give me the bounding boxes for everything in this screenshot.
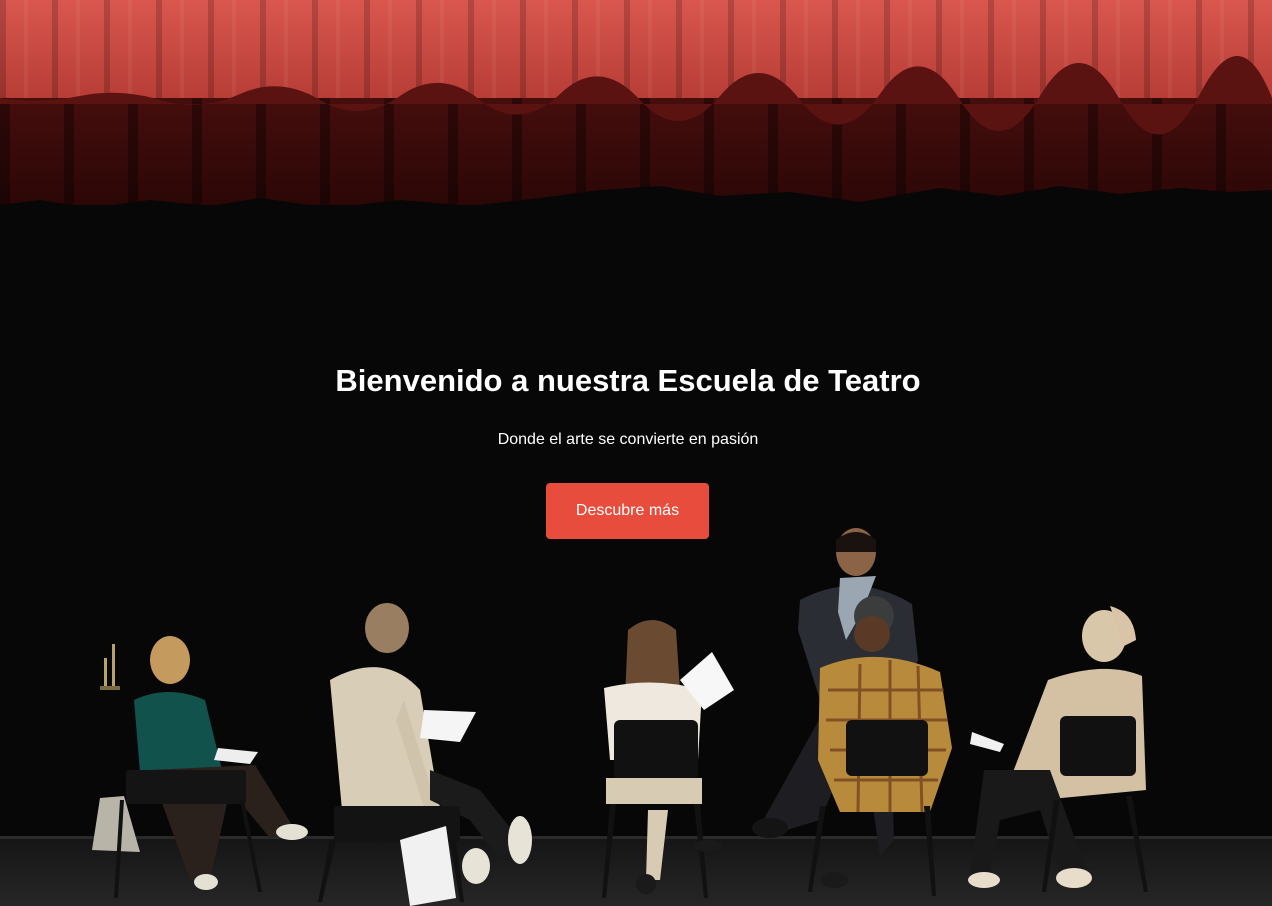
hero-title: Bienvenido a nuestra Escuela de Teatro (335, 363, 921, 398)
discover-more-button[interactable]: Descubre más (546, 483, 709, 539)
hero-subtitle: Donde el arte se convierte en pasión (497, 431, 759, 448)
hero-section: Bienvenido a nuestra Escuela de Teatro D… (0, 0, 1272, 906)
theater-stage-background-image (0, 0, 1272, 906)
